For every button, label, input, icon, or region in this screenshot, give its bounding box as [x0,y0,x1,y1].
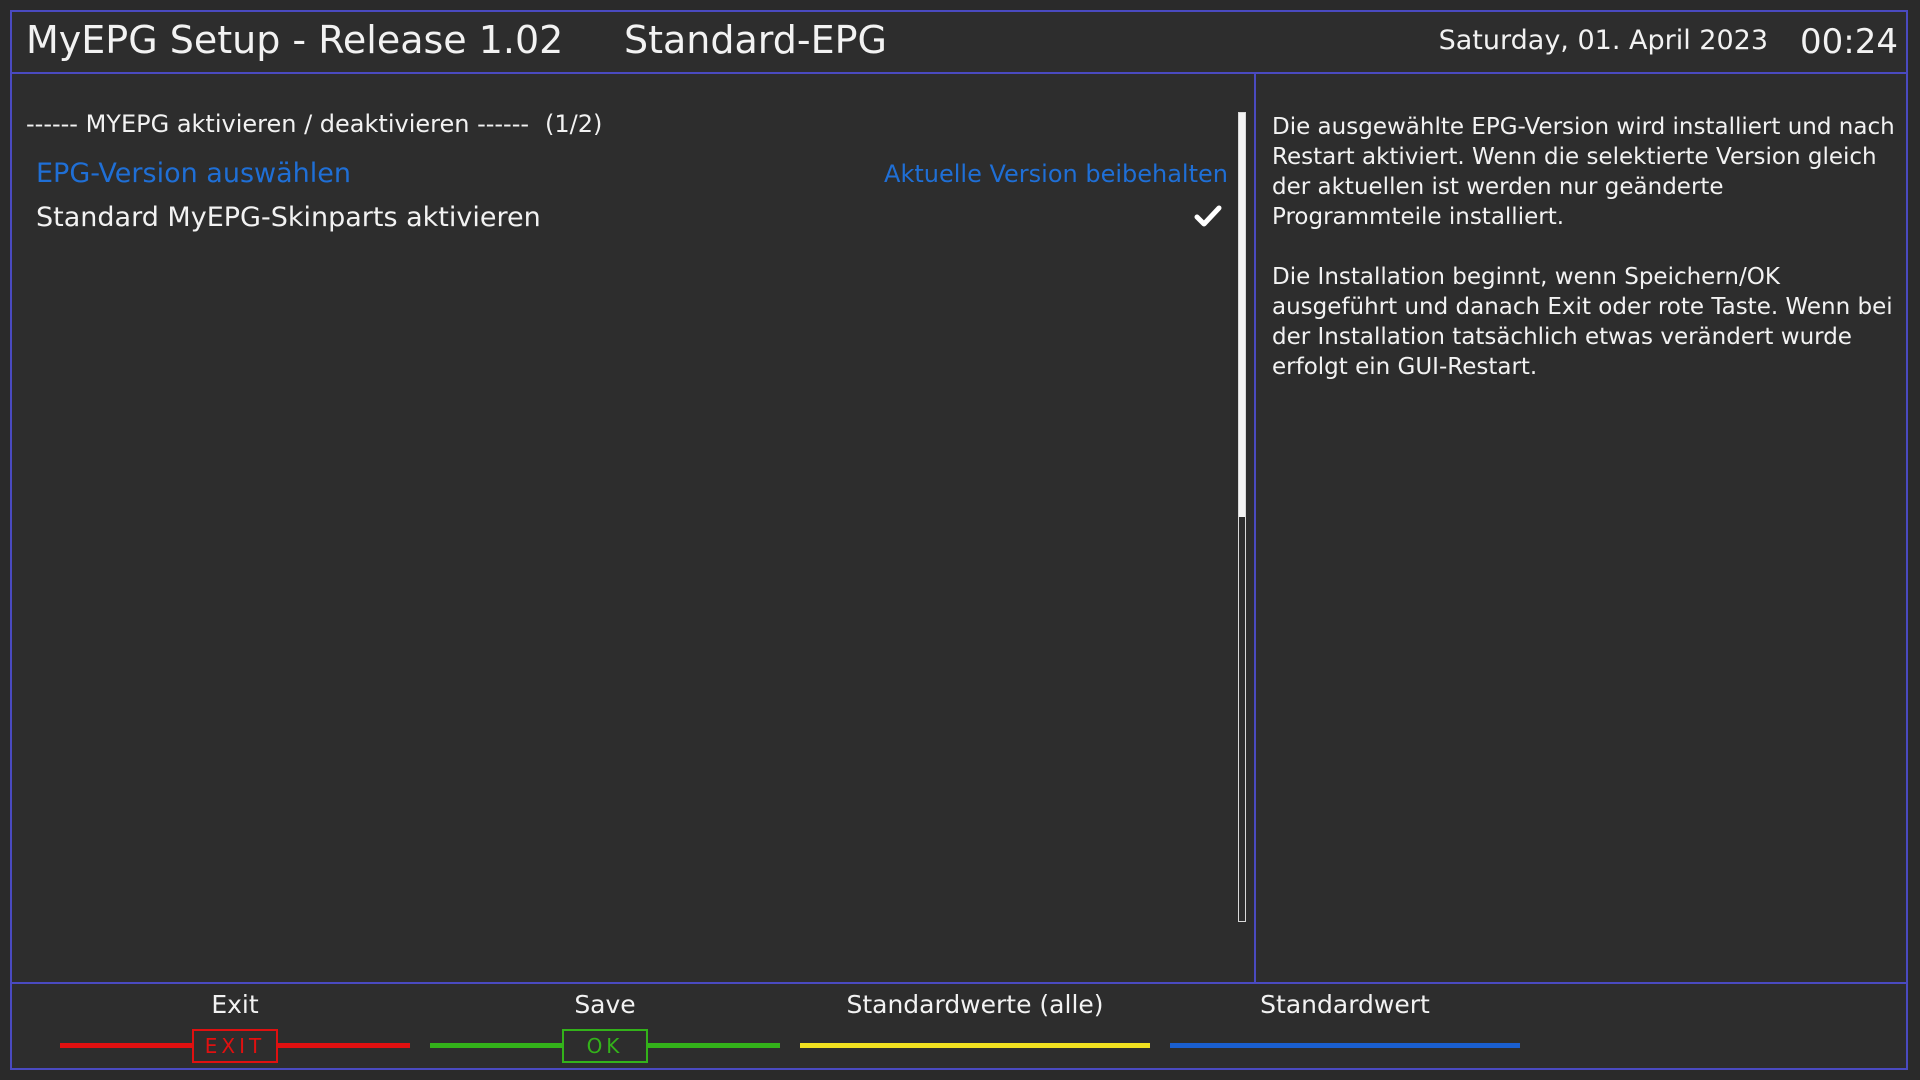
clock-display: 00:24 [1800,22,1898,62]
settings-list: ------ MYEPG aktivieren / deaktivieren -… [12,74,1256,982]
exit-label: Exit [211,990,259,1019]
exit-button[interactable]: Exit EXIT [60,984,410,1070]
date-display: Saturday, 01. April 2023 [1438,25,1768,56]
setting-label: EPG-Version auswählen [36,158,351,189]
setting-label: Standard MyEPG-Skinparts aktivieren [36,202,541,233]
scrollbar-thumb[interactable] [1239,113,1245,517]
reset-default-label: Standardwert [1260,990,1430,1019]
blue-key-line [1170,1043,1520,1048]
function-key-bar: Exit EXIT Save OK Standardwerte (alle) S… [12,982,1906,1070]
setting-row-skinparts[interactable]: Standard MyEPG-Skinparts aktivieren [26,198,1236,240]
save-button[interactable]: Save OK [430,984,780,1070]
reset-default-button[interactable]: Standardwert [1170,984,1520,1070]
help-paragraph: Die Installation beginnt, wenn Speichern… [1272,264,1893,380]
reset-all-button[interactable]: Standardwerte (alle) [800,984,1150,1070]
yellow-key-line [800,1043,1150,1048]
ok-badge: OK [562,1029,648,1063]
save-label: Save [574,990,636,1019]
checkmark-icon[interactable] [1194,202,1222,230]
exit-badge: EXIT [192,1029,278,1063]
page-indicator: (1/2) [545,110,603,138]
help-panel: Die ausgewählte EPG-Version wird install… [1256,74,1910,982]
scrollbar[interactable] [1238,112,1246,922]
section-title: ------ MYEPG aktivieren / deaktivieren -… [26,110,530,138]
help-text: Die ausgewählte EPG-Version wird install… [1272,112,1898,412]
reset-all-label: Standardwerte (alle) [846,990,1104,1019]
setting-value[interactable]: Aktuelle Version beibehalten [884,160,1228,188]
help-paragraph: Die ausgewählte EPG-Version wird install… [1272,114,1895,230]
header-bar: MyEPG Setup - Release 1.02 Standard-EPG … [12,12,1906,74]
screen-title: Standard-EPG [624,18,887,62]
section-header: ------ MYEPG aktivieren / deaktivieren -… [26,110,602,138]
setting-row-epg-version[interactable]: EPG-Version auswählen Aktuelle Version b… [26,154,1236,196]
main-window: MyEPG Setup - Release 1.02 Standard-EPG … [10,10,1908,1070]
app-title: MyEPG Setup - Release 1.02 [26,18,564,62]
